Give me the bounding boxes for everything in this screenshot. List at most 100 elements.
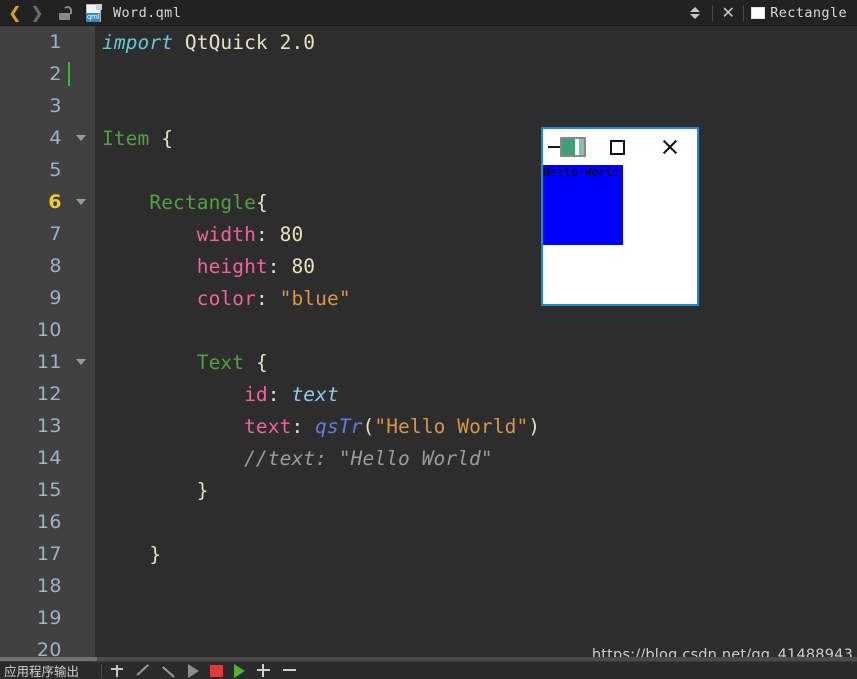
- token-prop: text: [244, 414, 292, 438]
- token-plain: QtQuick: [184, 30, 280, 54]
- code-text: }: [95, 543, 161, 566]
- code-line[interactable]: 18: [0, 570, 857, 602]
- fold-toggle-icon[interactable]: [62, 199, 95, 205]
- code-lines-container: 1 import QtQuick 2.0 2 3 4 Item { 5 6 Rectangle…: [0, 26, 857, 662]
- code-line[interactable]: 13 text: qsTr("Hello World"): [0, 410, 857, 442]
- output-bar-divider: [101, 663, 103, 678]
- code-line[interactable]: 14 //text: "Hello World": [0, 442, 857, 474]
- navigate-back-icon[interactable]: ❮: [4, 2, 26, 24]
- chevron-down-icon: [75, 359, 86, 365]
- token-type: Rectangle: [149, 190, 256, 214]
- line-number: 5: [49, 159, 62, 181]
- code-line[interactable]: 9 color: "blue": [0, 282, 857, 314]
- code-line[interactable]: 3: [0, 90, 857, 122]
- code-line[interactable]: 11 Text {: [0, 346, 857, 378]
- arrow-down-right-icon[interactable]: [162, 663, 177, 678]
- token-brace: {: [161, 126, 174, 150]
- code-text: //text: "Hello World": [95, 447, 493, 470]
- code-line[interactable]: 7 width: 80: [0, 218, 857, 250]
- line-number: 7: [49, 223, 62, 245]
- line-number: 9: [49, 287, 62, 309]
- file-corner-fold: [96, 3, 102, 10]
- code-line[interactable]: 4 Item {: [0, 122, 857, 154]
- close-window-icon[interactable]: [661, 138, 679, 156]
- unlocked-padlock-icon[interactable]: [54, 2, 76, 24]
- preview-window-titlebar: [543, 129, 697, 165]
- code-text: Text {: [95, 351, 268, 374]
- code-text: import QtQuick 2.0: [95, 31, 315, 54]
- code-line[interactable]: 15 }: [0, 474, 857, 506]
- close-document-icon[interactable]: ✕: [720, 4, 736, 21]
- toolbar-right-group: ✕ Rectangle: [685, 2, 857, 24]
- hello-world-text: Hello World: [543, 165, 620, 179]
- symbol-selector-label[interactable]: Rectangle: [770, 5, 847, 21]
- code-line[interactable]: 6 Rectangle{: [0, 186, 857, 218]
- code-text: text: qsTr("Hello World"): [95, 415, 540, 438]
- token-punct: :: [255, 286, 280, 310]
- code-line[interactable]: 12 id: text: [0, 378, 857, 410]
- output-panel-bar: 应用程序输出: [0, 661, 857, 679]
- token-prop: color: [196, 286, 256, 310]
- code-line[interactable]: 8 height: 80: [0, 250, 857, 282]
- code-editor[interactable]: 1 import QtQuick 2.0 2 3 4 Item { 5 6 Rectangle…: [0, 26, 857, 661]
- code-text: color: "blue": [95, 287, 351, 310]
- qml-file-icon: qml: [84, 3, 104, 23]
- minimize-window-icon[interactable]: [548, 137, 586, 157]
- rectangle-swatch-icon: [751, 6, 766, 19]
- code-line[interactable]: 10: [0, 314, 857, 346]
- line-number: 19: [36, 607, 62, 629]
- token-str: "Hello World": [374, 414, 529, 438]
- code-text: width: 80: [95, 223, 303, 246]
- spinner-up-arrow: [690, 6, 701, 12]
- editor-toolbar: ❮ ❯ qml Word.qml ✕ Rectangle: [0, 0, 857, 26]
- token-brace: {: [255, 190, 268, 214]
- fold-toggle-icon[interactable]: [62, 359, 95, 365]
- qml-preview-window[interactable]: Hello World: [541, 127, 699, 306]
- token-punct: :: [267, 254, 292, 278]
- preview-window-content: Hello World: [543, 165, 697, 304]
- token-ident: text: [291, 382, 339, 406]
- token-punct: :: [267, 382, 292, 406]
- code-line[interactable]: 16: [0, 506, 857, 538]
- fold-toggle-icon[interactable]: [62, 135, 95, 141]
- anchor-icon[interactable]: [110, 663, 125, 678]
- arrow-down-line: [162, 666, 175, 678]
- output-panel-label[interactable]: 应用程序输出: [0, 662, 79, 679]
- code-line[interactable]: 17 }: [0, 538, 857, 570]
- arrow-up-left-icon[interactable]: [136, 663, 151, 678]
- code-line[interactable]: 5: [0, 154, 857, 186]
- up-down-spinner-icon[interactable]: [685, 2, 705, 24]
- play-gray-icon[interactable]: [188, 663, 200, 678]
- code-line[interactable]: 1 import QtQuick 2.0: [0, 26, 857, 58]
- token-punct: ): [528, 414, 541, 438]
- minus-icon[interactable]: [282, 663, 297, 678]
- line-number: 15: [36, 479, 62, 501]
- chevron-down-icon: [75, 199, 86, 205]
- play-green-icon[interactable]: [234, 663, 246, 678]
- navigate-forward-icon[interactable]: ❯: [26, 2, 48, 24]
- stop-red-icon[interactable]: [210, 664, 224, 677]
- line-number: 4: [49, 127, 62, 149]
- chevron-down-icon: [75, 135, 86, 141]
- token-num: 80: [291, 254, 316, 278]
- plus-icon[interactable]: [256, 663, 271, 678]
- minus-horizontal: [283, 669, 297, 671]
- padlock-body: [59, 12, 70, 20]
- code-line[interactable]: 19: [0, 602, 857, 634]
- maximize-window-icon[interactable]: [610, 140, 625, 155]
- thumb-segment-1: [562, 139, 575, 155]
- code-line[interactable]: 2: [0, 58, 857, 90]
- token-brace: }: [196, 478, 209, 502]
- open-file-name[interactable]: Word.qml: [113, 5, 181, 21]
- token-brace: {: [255, 350, 268, 374]
- code-text: id: text: [95, 383, 339, 406]
- token-punct: :: [255, 222, 280, 246]
- token-prop: width: [196, 222, 256, 246]
